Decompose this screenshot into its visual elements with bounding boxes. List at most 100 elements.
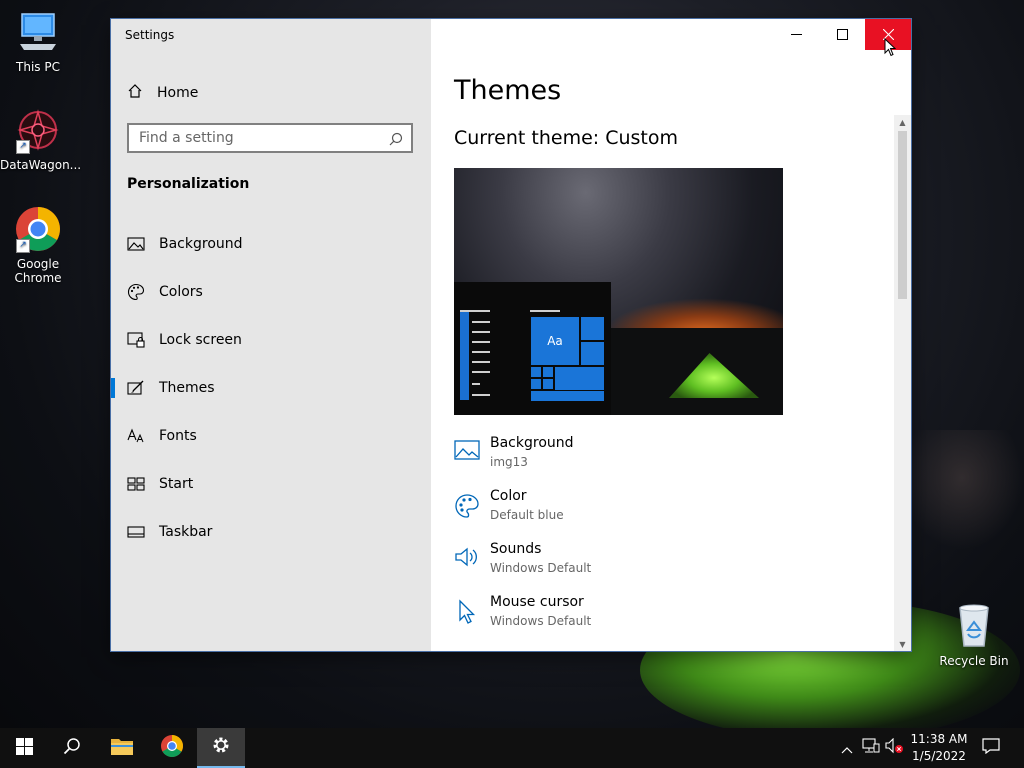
minimize-icon xyxy=(790,25,802,44)
sidebar-item-label: Start xyxy=(159,476,194,492)
start-icon xyxy=(127,475,145,493)
theme-property-sounds[interactable]: Sounds Windows Default xyxy=(454,540,591,586)
desktop-icon-label: This PC xyxy=(16,60,60,74)
preview-line xyxy=(472,394,490,396)
property-value: img13 xyxy=(490,455,528,469)
page-title: Themes xyxy=(454,75,562,106)
this-pc-icon xyxy=(14,8,62,56)
start-button[interactable] xyxy=(0,728,48,768)
gear-icon xyxy=(211,735,231,759)
preview-tile xyxy=(530,378,542,390)
preview-tile xyxy=(530,366,542,378)
taskbar: 11:38 AM 1/5/2022 xyxy=(0,728,1024,768)
volume-muted-icon xyxy=(885,737,905,758)
sidebar-item-background[interactable]: Background xyxy=(111,224,431,264)
preview-tiles: Aa xyxy=(530,316,605,402)
nav-home[interactable]: Home xyxy=(127,81,198,105)
preview-tile xyxy=(554,366,605,391)
window-title: Settings xyxy=(125,28,175,42)
scroll-down-icon[interactable]: ▼ xyxy=(894,637,911,651)
theme-property-background[interactable]: Background img13 xyxy=(454,434,574,480)
recycle-bin-icon xyxy=(950,602,998,650)
preview-line xyxy=(472,341,490,343)
current-theme-label: Current theme: Custom xyxy=(454,127,679,149)
sidebar-item-label: Lock screen xyxy=(159,332,242,348)
palette-icon xyxy=(127,283,145,301)
palette-icon xyxy=(454,493,480,519)
sidebar-item-label: Background xyxy=(159,236,243,252)
sidebar-item-lock-screen[interactable]: Lock screen xyxy=(111,320,431,360)
maximize-button[interactable] xyxy=(819,19,865,50)
taskbar-search-button[interactable] xyxy=(48,728,96,768)
scrollbar-thumb[interactable] xyxy=(898,131,907,299)
preview-line xyxy=(472,331,490,333)
clock[interactable]: 11:38 AM 1/5/2022 xyxy=(904,731,974,765)
taskbar-settings[interactable] xyxy=(197,728,245,768)
fonts-icon xyxy=(127,427,145,445)
property-value: Default blue xyxy=(490,508,564,522)
taskbar-icon xyxy=(127,523,145,541)
property-label: Background xyxy=(490,435,574,451)
chevron-up-icon xyxy=(841,739,853,758)
sidebar-item-label: Taskbar xyxy=(159,524,213,540)
preview-line xyxy=(472,321,490,323)
show-hidden-icons[interactable] xyxy=(838,728,856,768)
sidebar-item-fonts[interactable]: Fonts xyxy=(111,416,431,456)
desktop-icon-this-pc[interactable]: This PC xyxy=(0,8,76,74)
cursor-icon xyxy=(454,599,480,625)
datawagon-icon: ↗ xyxy=(14,106,62,154)
picture-icon xyxy=(127,235,145,253)
mouse-pointer-icon xyxy=(884,37,897,61)
taskbar-chrome[interactable] xyxy=(148,728,196,768)
preview-line xyxy=(460,310,490,312)
speaker-icon xyxy=(454,546,480,572)
folder-icon xyxy=(110,736,134,760)
settings-window: Settings Home Personalization Background xyxy=(111,19,911,651)
preview-line xyxy=(472,371,490,373)
sidebar-item-label: Themes xyxy=(159,380,215,396)
scrollbar[interactable]: ▲ ▼ xyxy=(894,115,911,651)
preview-tile xyxy=(530,390,605,402)
preview-taskbar xyxy=(460,312,469,400)
desktop-icon-chrome[interactable]: ↗ Google Chrome xyxy=(0,205,76,285)
action-center-button[interactable] xyxy=(978,728,1004,768)
home-icon xyxy=(127,83,143,103)
sidebar-item-start[interactable]: Start xyxy=(111,464,431,504)
network-icon xyxy=(862,738,880,758)
section-title: Personalization xyxy=(127,176,250,192)
maximize-icon xyxy=(836,25,848,44)
theme-property-color[interactable]: Color Default blue xyxy=(454,487,564,533)
search-input[interactable] xyxy=(129,125,379,151)
search-box[interactable] xyxy=(127,123,413,153)
desktop-icon-datawagon[interactable]: ↗ DataWagon... xyxy=(0,106,81,172)
sidebar-item-label: Colors xyxy=(159,284,203,300)
sidebar-item-label: Fonts xyxy=(159,428,197,444)
desktop-icon-label: Google Chrome xyxy=(14,257,62,285)
sidebar-item-themes[interactable]: Themes xyxy=(111,368,431,408)
clock-date: 1/5/2022 xyxy=(912,749,966,763)
network-status[interactable] xyxy=(860,728,882,768)
desktop-icon-label: DataWagon... xyxy=(0,158,82,172)
nav-home-label: Home xyxy=(157,85,199,101)
property-value: Windows Default xyxy=(490,561,592,575)
shortcut-arrow-icon: ↗ xyxy=(16,140,30,154)
sidebar: Settings Home Personalization Background xyxy=(111,19,431,651)
desktop-icon-recycle-bin[interactable]: Recycle Bin xyxy=(936,602,1012,668)
scroll-up-icon[interactable]: ▲ xyxy=(894,115,911,129)
lock-screen-icon xyxy=(127,331,145,349)
taskbar-file-explorer[interactable] xyxy=(98,728,146,768)
sidebar-item-taskbar[interactable]: Taskbar xyxy=(111,512,431,552)
search-icon[interactable] xyxy=(389,131,403,150)
picture-icon xyxy=(454,440,480,466)
preview-tile-aa: Aa xyxy=(530,316,580,366)
chrome-icon xyxy=(160,734,184,762)
preview-line xyxy=(530,310,560,312)
notification-icon xyxy=(982,738,1000,758)
theme-property-mouse-cursor[interactable]: Mouse cursor Windows Default xyxy=(454,593,591,639)
minimize-button[interactable] xyxy=(773,19,819,50)
volume-control[interactable] xyxy=(884,728,906,768)
content-pane: Themes Current theme: Custom Aa Backgrou… xyxy=(431,19,911,651)
preview-line xyxy=(472,383,480,385)
preview-tile xyxy=(542,378,554,390)
sidebar-item-colors[interactable]: Colors xyxy=(111,272,431,312)
